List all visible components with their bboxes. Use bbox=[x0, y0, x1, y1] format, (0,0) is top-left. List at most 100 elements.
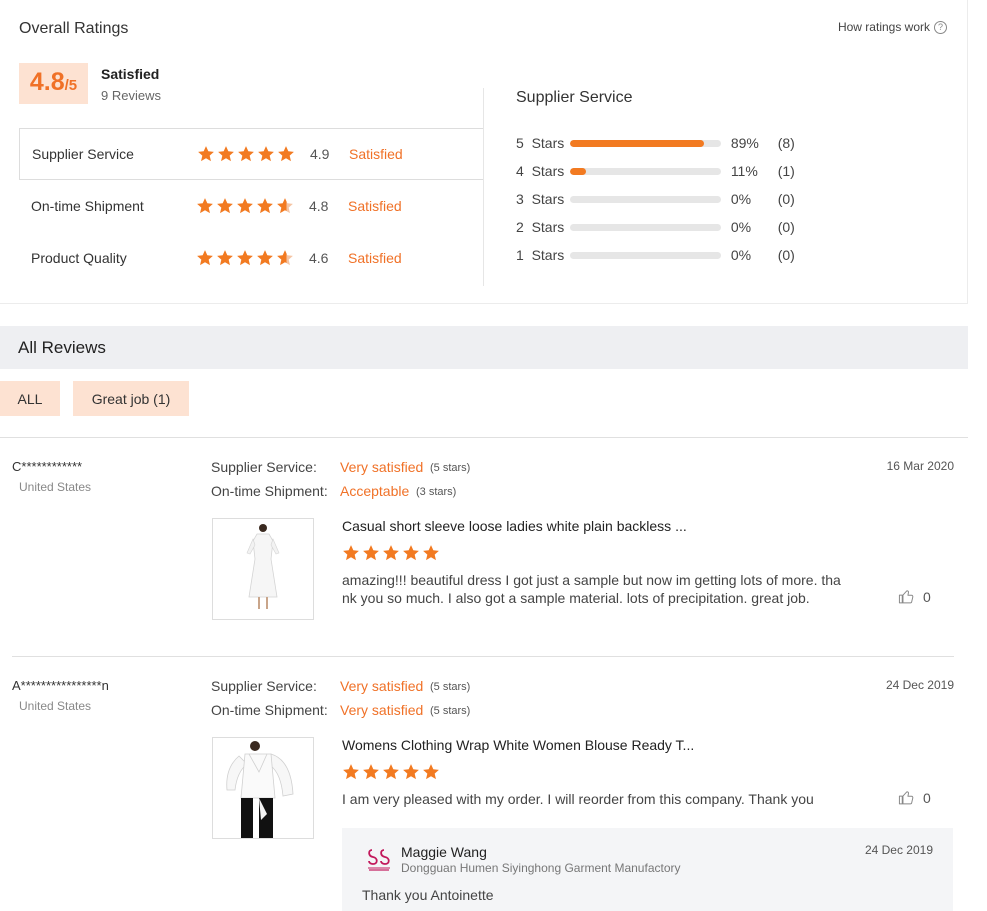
blouse-product-image[interactable] bbox=[213, 738, 313, 838]
filter-great-job-button[interactable]: Great job (1) bbox=[73, 381, 189, 416]
how-ratings-work-link[interactable]: How ratings work ? bbox=[838, 20, 947, 34]
category-score: 4.6 bbox=[309, 250, 329, 266]
category-row-supplier-service[interactable]: Supplier Service 4.9 Satisfied bbox=[19, 128, 484, 180]
star-icon bbox=[257, 198, 273, 214]
star-bar-label: 5 Stars bbox=[516, 135, 565, 151]
thumbs-up-icon[interactable] bbox=[898, 588, 915, 605]
review-field-value: Very satisfied bbox=[340, 459, 424, 475]
product-thumbnail[interactable] bbox=[212, 737, 314, 839]
star-bar-row: 1 Stars 0% (0) bbox=[516, 246, 816, 264]
reply-date: 24 Dec 2019 bbox=[864, 843, 933, 857]
star-icon bbox=[217, 198, 233, 214]
all-reviews-title: All Reviews bbox=[18, 338, 106, 357]
product-title-link[interactable]: Womens Clothing Wrap White Women Blouse … bbox=[342, 737, 694, 753]
star-bar-label: 1 Stars bbox=[516, 247, 565, 263]
star-icon bbox=[383, 545, 399, 561]
star-icon bbox=[197, 250, 213, 266]
review-field-label: Supplier Service: bbox=[211, 459, 317, 475]
category-label: Satisfied bbox=[349, 146, 403, 162]
supplier-logo-icon bbox=[368, 849, 390, 871]
star-bar-track bbox=[569, 251, 721, 259]
reviewer-country: United States bbox=[19, 699, 92, 713]
star-icon bbox=[238, 146, 254, 162]
review-field-label: On-time Shipment: bbox=[211, 702, 328, 718]
reply-author: Maggie Wang bbox=[401, 844, 487, 860]
product-thumbnail[interactable] bbox=[212, 518, 314, 620]
star-icon bbox=[343, 764, 359, 780]
star-icon bbox=[403, 764, 419, 780]
divider bbox=[12, 656, 954, 657]
reviewer-name: A****************n bbox=[12, 678, 109, 693]
reply-company: Dongguan Humen Siyinghong Garment Manufa… bbox=[401, 861, 681, 875]
category-stars bbox=[196, 197, 294, 215]
star-icon bbox=[218, 146, 234, 162]
like-button[interactable]: 0 bbox=[898, 789, 931, 806]
thumbs-up-icon[interactable] bbox=[898, 789, 915, 806]
star-icon bbox=[237, 250, 253, 266]
star-bar-count: (0) bbox=[777, 219, 795, 235]
category-label: Satisfied bbox=[348, 250, 402, 266]
star-icon bbox=[277, 250, 293, 266]
review-text: I am very pleased with my order. I will … bbox=[342, 791, 814, 807]
star-bar-fill bbox=[569, 139, 705, 147]
like-button[interactable]: 0 bbox=[898, 588, 931, 605]
product-title-link[interactable]: Casual short sleeve loose ladies white p… bbox=[342, 518, 687, 534]
star-bar-percent: 11% bbox=[730, 163, 758, 179]
supplier-service-title: Supplier Service bbox=[516, 89, 633, 106]
star-icon bbox=[363, 764, 379, 780]
star-icon bbox=[258, 146, 274, 162]
star-bar-count: (0) bbox=[777, 191, 795, 207]
star-icon bbox=[403, 545, 419, 561]
star-icon bbox=[197, 198, 213, 214]
category-stars bbox=[196, 249, 294, 267]
category-name: Supplier Service bbox=[32, 146, 134, 162]
like-count: 0 bbox=[923, 588, 931, 605]
star-bar-track bbox=[569, 139, 721, 147]
star-bar-count: (1) bbox=[777, 163, 795, 179]
review-field-stars: (3 stars) bbox=[416, 486, 457, 498]
category-label: Satisfied bbox=[348, 198, 402, 214]
star-icon bbox=[198, 146, 214, 162]
dress-product-image[interactable] bbox=[213, 519, 313, 619]
star-bar-row: 2 Stars 0% (0) bbox=[516, 218, 816, 236]
star-bar-label: 4 Stars bbox=[516, 163, 565, 179]
filter-all-button[interactable]: ALL bbox=[0, 381, 60, 416]
category-stars bbox=[197, 145, 295, 163]
star-bar-track bbox=[569, 167, 721, 175]
star-icon bbox=[343, 545, 359, 561]
star-bar-percent: 89% bbox=[730, 135, 759, 151]
review-text: amazing!!! beautiful dress I got just a … bbox=[342, 572, 841, 606]
star-bar-fill bbox=[569, 167, 587, 175]
review-stars bbox=[342, 763, 440, 781]
star-bar-row: 3 Stars 0% (0) bbox=[516, 190, 816, 208]
reply-text: Thank you Antoinette bbox=[362, 887, 494, 903]
review-field-value: Acceptable bbox=[340, 483, 410, 499]
review-field-label: On-time Shipment: bbox=[211, 483, 328, 499]
review-count: 9 Reviews bbox=[101, 88, 161, 103]
star-bar-count: (8) bbox=[777, 135, 795, 151]
category-row-on-time-shipment[interactable]: On-time Shipment 4.8 Satisfied bbox=[19, 180, 484, 232]
how-ratings-work-label[interactable]: How ratings work bbox=[838, 20, 930, 34]
review-stars bbox=[342, 544, 440, 562]
star-bar-label: 2 Stars bbox=[516, 219, 565, 235]
overall-score-denominator: /5 bbox=[64, 77, 78, 94]
review-field-label: Supplier Service: bbox=[211, 678, 317, 694]
review-date: 24 Dec 2019 bbox=[885, 678, 954, 692]
star-bar-percent: 0% bbox=[730, 247, 752, 263]
star-icon bbox=[383, 764, 399, 780]
category-row-product-quality[interactable]: Product Quality 4.6 Satisfied bbox=[19, 232, 484, 284]
review-field-stars: (5 stars) bbox=[430, 462, 471, 474]
star-bar-track bbox=[569, 195, 721, 203]
star-bar-percent: 0% bbox=[730, 191, 752, 207]
overall-ratings-title: Overall Ratings bbox=[19, 20, 129, 37]
star-icon bbox=[257, 250, 273, 266]
like-count: 0 bbox=[923, 789, 931, 806]
overall-score-label: Satisfied bbox=[101, 66, 160, 82]
question-icon[interactable]: ? bbox=[934, 20, 947, 34]
star-icon bbox=[217, 250, 233, 266]
category-score: 4.9 bbox=[310, 146, 330, 162]
star-bar-row: 4 Stars 11% (1) bbox=[516, 162, 816, 180]
star-icon bbox=[423, 545, 439, 561]
reviewer-country: United States bbox=[19, 480, 92, 494]
overall-score-badge: 4.8 /5 bbox=[19, 63, 88, 104]
